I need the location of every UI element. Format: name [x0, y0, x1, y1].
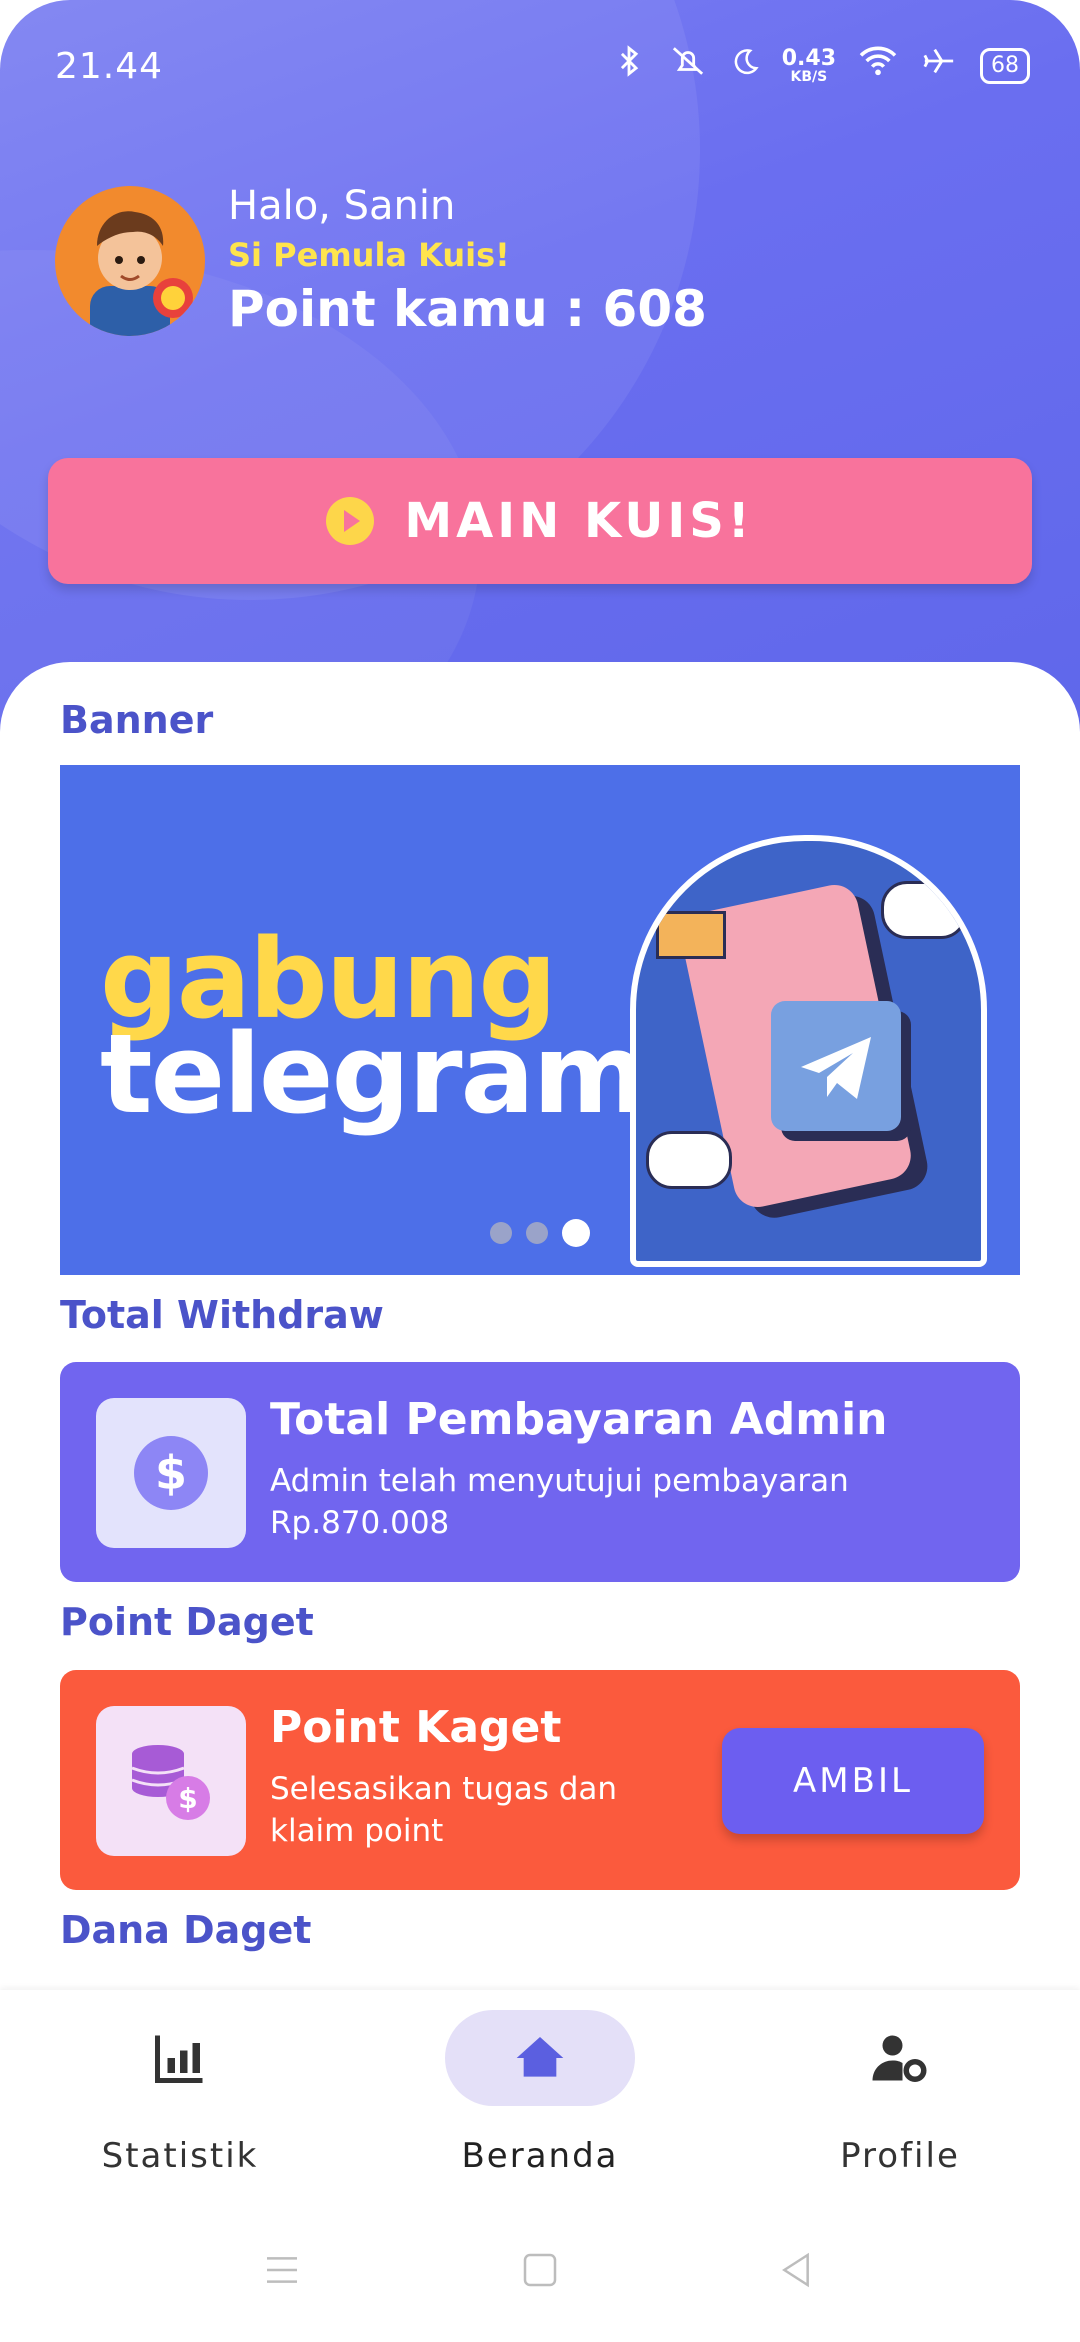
- svg-text:$: $: [178, 1782, 197, 1815]
- nav-item-statistik[interactable]: Statistik: [30, 2010, 330, 2176]
- banner-section-title: Banner: [60, 698, 214, 742]
- point-kaget-icon-box: $: [96, 1706, 246, 1856]
- envelope-icon: [656, 911, 726, 959]
- network-speed: 0.43 KB/S: [781, 45, 836, 85]
- play-quiz-label: MAIN KUIS!: [404, 493, 754, 549]
- claim-button[interactable]: AMBIL: [722, 1728, 984, 1834]
- telegram-illustration: [630, 835, 987, 1267]
- user-points: Point kamu : 608: [228, 280, 707, 338]
- carousel-indicator: [60, 1219, 1020, 1247]
- withdraw-subtitle: Admin telah menyutujui pembayaran Rp.870…: [270, 1463, 849, 1541]
- withdraw-section-title: Total Withdraw: [60, 1293, 384, 1337]
- app-screen: 21.44 0.43 KB/S 68 Halo, Sanin Si Pemula…: [0, 0, 1080, 2342]
- withdraw-title: Total Pembayaran Admin: [270, 1394, 888, 1445]
- bottom-navigation: Statistik Beranda Profile: [0, 1990, 1080, 2190]
- carousel-dot[interactable]: [490, 1222, 512, 1244]
- play-icon: [326, 497, 375, 545]
- battery-icon: 68: [980, 47, 1030, 84]
- dollar-icon: $: [134, 1436, 208, 1510]
- carousel-dot[interactable]: [526, 1222, 548, 1244]
- point-kaget-title: Point Kaget: [270, 1702, 562, 1753]
- nav-item-profile[interactable]: Profile: [750, 2010, 1050, 2176]
- status-icons: 0.43 KB/S 68: [612, 44, 1030, 87]
- system-navigation-bar: [0, 2190, 1080, 2342]
- withdraw-card[interactable]: $ Total Pembayaran Admin Admin telah men…: [60, 1362, 1020, 1582]
- chat-bubble-icon: [646, 1131, 732, 1189]
- bluetooth-icon: [612, 44, 646, 87]
- dana-daget-section-title: Dana Daget: [60, 1908, 312, 1952]
- nav-item-beranda[interactable]: Beranda: [390, 2010, 690, 2176]
- menu-icon[interactable]: [262, 2250, 302, 2294]
- nav-label-beranda: Beranda: [461, 2136, 619, 2176]
- avatar[interactable]: [55, 186, 205, 336]
- banner-headline-line2: telegram!: [100, 1010, 695, 1138]
- chart-icon: [85, 2010, 275, 2106]
- chat-bubble-icon: [881, 881, 967, 939]
- status-bar: 21.44 0.43 KB/S 68: [0, 0, 1080, 135]
- telegram-icon: [771, 1001, 901, 1131]
- wifi-icon: [858, 44, 898, 87]
- nav-label-profile: Profile: [840, 2136, 960, 2176]
- play-quiz-button[interactable]: MAIN KUIS!: [48, 458, 1032, 584]
- home-square-icon[interactable]: [520, 2250, 560, 2294]
- withdraw-icon-box: $: [96, 1398, 246, 1548]
- status-time: 21.44: [55, 46, 164, 87]
- airplane-icon: [920, 44, 958, 87]
- point-kaget-card: $ Point Kaget Selesasikan tugas dan klai…: [60, 1670, 1020, 1890]
- mute-icon: [668, 44, 708, 87]
- back-icon[interactable]: [776, 2250, 816, 2294]
- point-kaget-subtitle: Selesasikan tugas dan klaim point: [270, 1771, 618, 1849]
- nav-label-statistik: Statistik: [101, 2136, 259, 2176]
- user-settings-icon: [805, 2010, 995, 2106]
- point-daget-section-title: Point Daget: [60, 1600, 314, 1644]
- coins-icon: $: [131, 1745, 210, 1820]
- greeting-text: Halo, Sanin: [228, 183, 456, 229]
- promo-banner[interactable]: gabung telegram!: [60, 765, 1020, 1275]
- carousel-dot-active[interactable]: [562, 1219, 590, 1247]
- user-level: Si Pemula Kuis!: [228, 236, 510, 274]
- home-icon: [445, 2010, 635, 2106]
- moon-icon: [730, 46, 760, 86]
